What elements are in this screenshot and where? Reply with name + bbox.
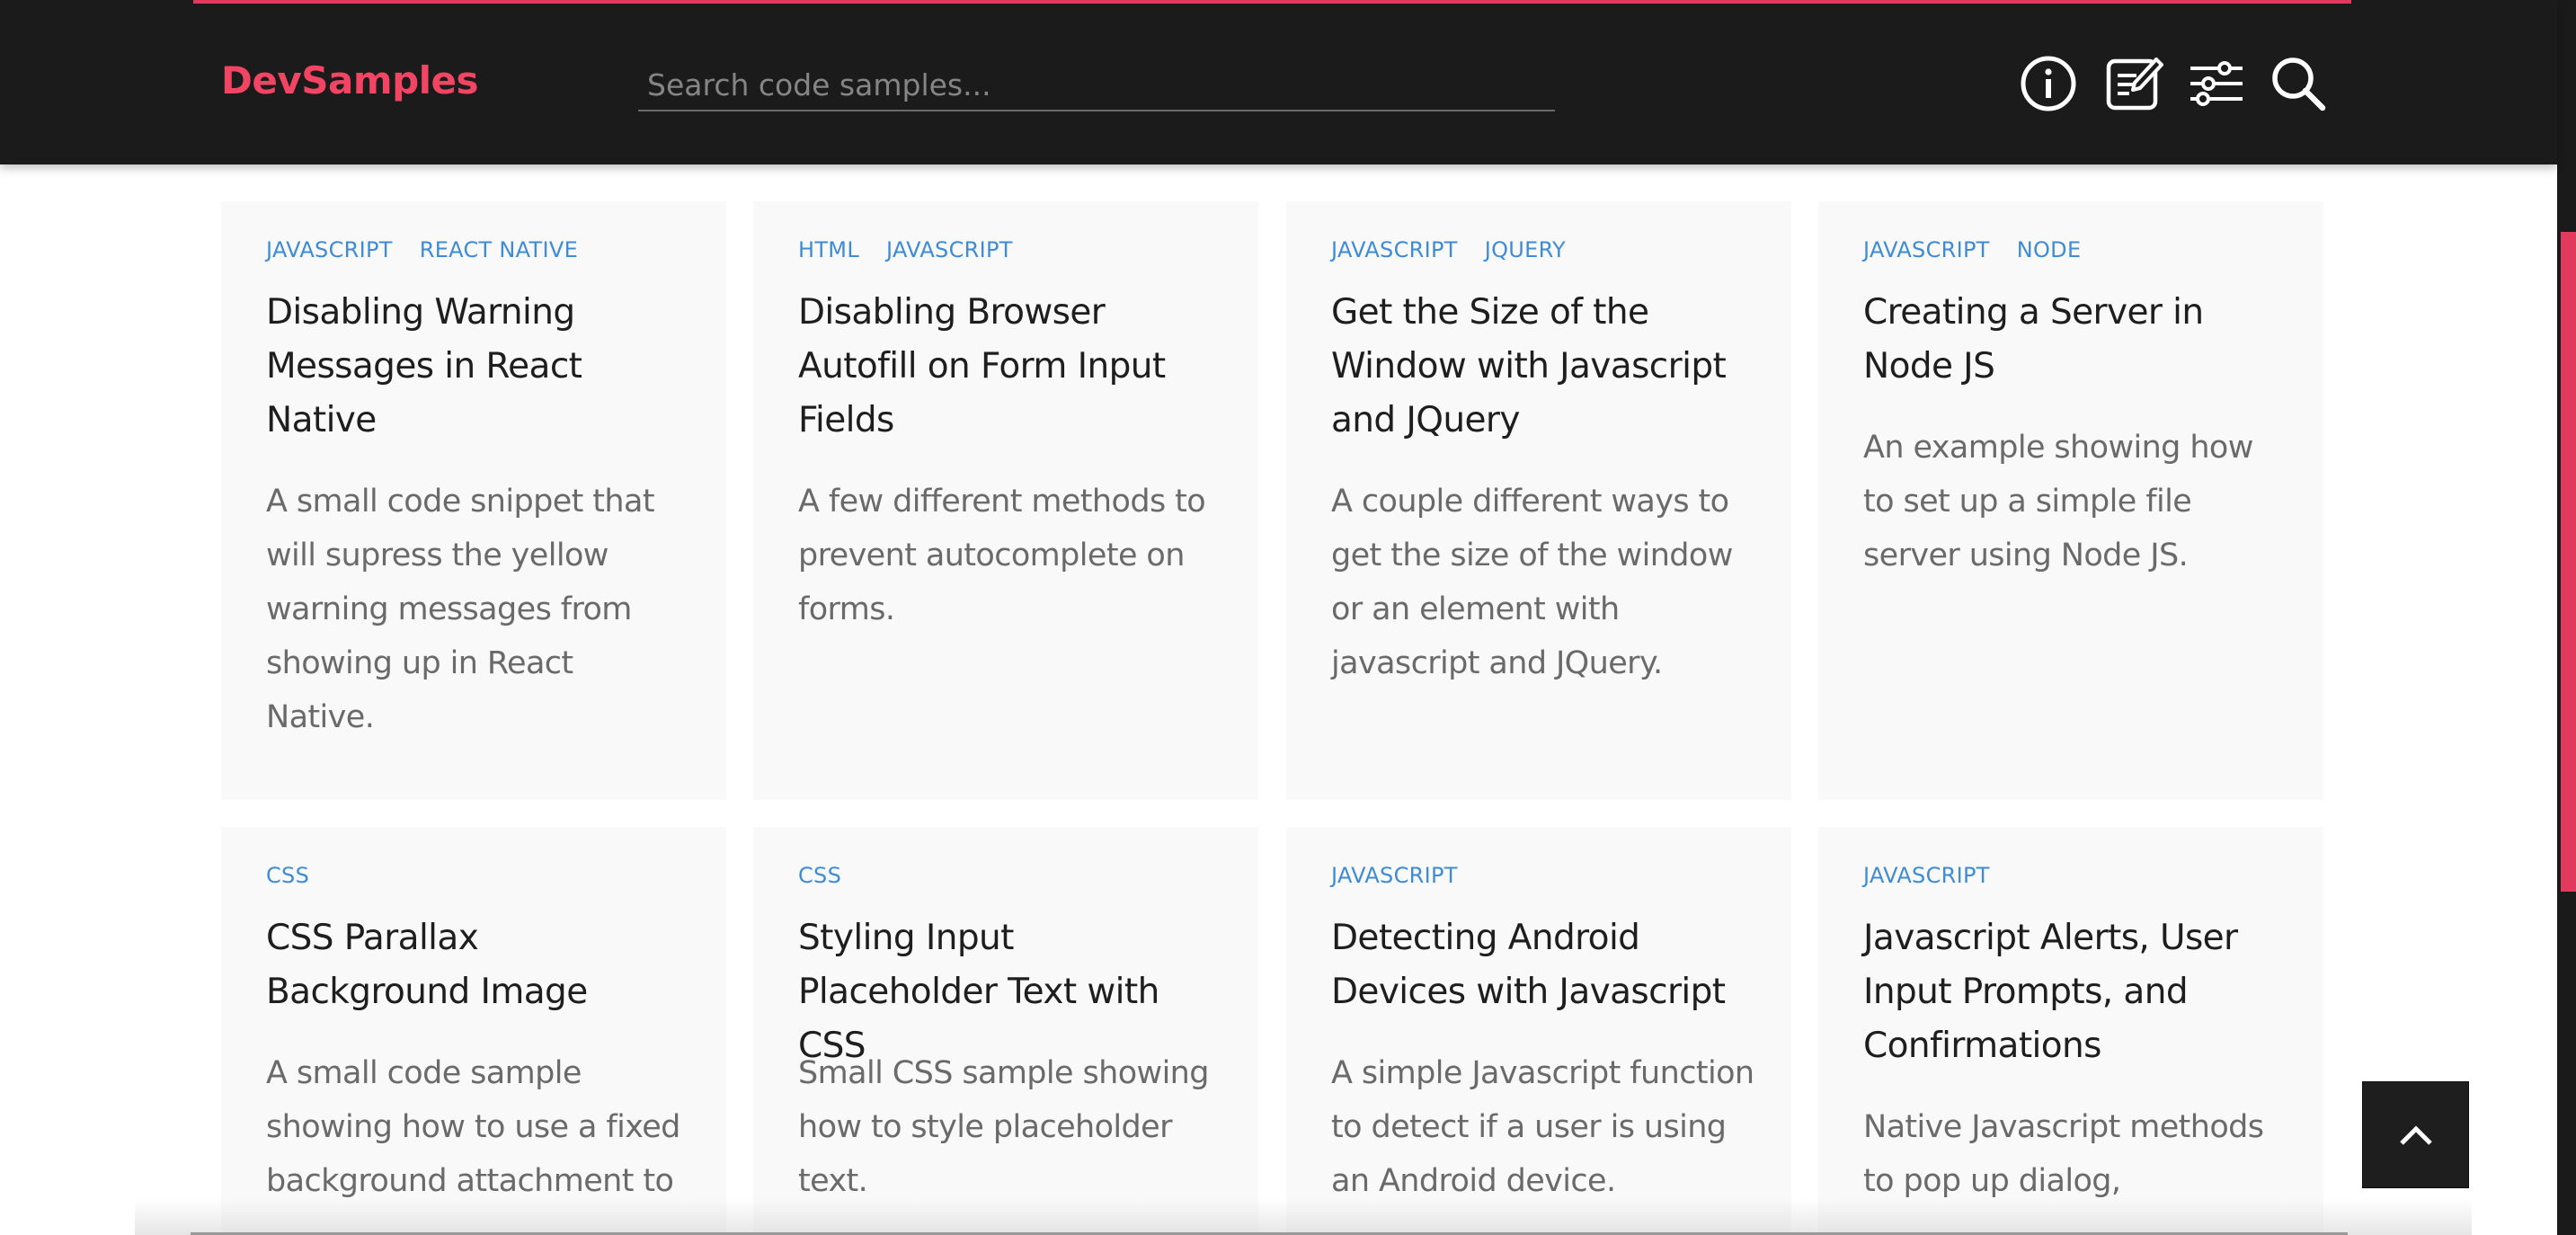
- accent-stripe: [193, 0, 2351, 4]
- tag-link[interactable]: CSS: [266, 857, 309, 893]
- sample-card[interactable]: JAVASCRIPT JQUERY Get the Size of the Wi…: [1286, 201, 1791, 800]
- card-tags: JAVASCRIPT JQUERY: [1331, 232, 1566, 268]
- card-description: A few different methods to prevent autoc…: [798, 484, 1206, 627]
- card-title[interactable]: Disabling Warning Messages in React Nati…: [266, 286, 690, 448]
- card-title[interactable]: Disabling Browser Autofill on Form Input…: [798, 286, 1222, 448]
- sample-card[interactable]: CSS CSS Parallax Background Image A smal…: [221, 827, 726, 1235]
- tag-link[interactable]: NODE: [2017, 232, 2082, 268]
- tag-link[interactable]: JAVASCRIPT: [1863, 232, 1990, 268]
- search-button[interactable]: [2267, 52, 2330, 115]
- filter-sliders-icon: [2190, 61, 2243, 106]
- sample-card[interactable]: JAVASCRIPT REACT NATIVE Disabling Warnin…: [221, 201, 726, 800]
- sample-card[interactable]: HTML JAVASCRIPT Disabling Browser Autofi…: [753, 201, 1258, 800]
- tag-link[interactable]: CSS: [798, 857, 841, 893]
- card-title[interactable]: Javascript Alerts, User Input Prompts, a…: [1863, 911, 2287, 1073]
- notes-icon: [2106, 58, 2163, 111]
- top-app-bar: DevSamples: [0, 0, 2557, 164]
- card-title[interactable]: Creating a Server in Node JS: [1863, 286, 2287, 394]
- card-description: A simple Javascript function to detect i…: [1331, 1055, 1754, 1199]
- card-description: Native Javascript methods to pop up dial…: [1863, 1109, 2264, 1199]
- filter-button[interactable]: [2185, 52, 2248, 115]
- card-description: A small code snippet that will supress t…: [266, 484, 655, 735]
- card-tags: HTML JAVASCRIPT: [798, 232, 1013, 268]
- tag-link[interactable]: JAVASCRIPT: [1331, 857, 1458, 893]
- card-tags: JAVASCRIPT: [1863, 857, 1990, 893]
- card-tags: CSS: [266, 857, 309, 893]
- card-tags: CSS: [798, 857, 841, 893]
- tag-link[interactable]: REACT NATIVE: [420, 232, 578, 268]
- brand-logo[interactable]: DevSamples: [221, 54, 479, 108]
- tag-link[interactable]: JAVASCRIPT: [1331, 232, 1458, 268]
- tag-link[interactable]: JQUERY: [1485, 232, 1566, 268]
- search-icon: [2272, 58, 2326, 111]
- sample-card[interactable]: CSS Styling Input Placeholder Text with …: [753, 827, 1258, 1235]
- tag-link[interactable]: JAVASCRIPT: [886, 232, 1013, 268]
- card-description: A small code sample showing how to use a…: [266, 1055, 680, 1199]
- card-tags: JAVASCRIPT REACT NATIVE: [266, 232, 578, 268]
- sample-card[interactable]: JAVASCRIPT NODE Creating a Server in Nod…: [1818, 201, 2323, 800]
- sample-card[interactable]: JAVASCRIPT Detecting Android Devices wit…: [1286, 827, 1791, 1235]
- notes-button[interactable]: [2102, 52, 2165, 115]
- bottom-shadow: [135, 1199, 2472, 1235]
- card-description: Small CSS sample showing how to style pl…: [798, 1055, 1209, 1199]
- tag-link[interactable]: JAVASCRIPT: [266, 232, 393, 268]
- page: JAVASCRIPT REACT NATIVE Disabling Warnin…: [0, 0, 2576, 1235]
- card-description: An example showing how to set up a simpl…: [1863, 430, 2253, 573]
- card-tags: JAVASCRIPT: [1331, 857, 1458, 893]
- sample-card[interactable]: JAVASCRIPT Javascript Alerts, User Input…: [1818, 827, 2323, 1235]
- tag-link[interactable]: HTML: [798, 232, 859, 268]
- card-title[interactable]: Detecting Android Devices with Javascrip…: [1331, 911, 1755, 1019]
- card-description: A couple different ways to get the size …: [1331, 484, 1733, 681]
- info-icon: [2021, 56, 2076, 111]
- card-tags: JAVASCRIPT NODE: [1863, 232, 2081, 268]
- card-title[interactable]: CSS Parallax Background Image: [266, 911, 690, 1019]
- card-title[interactable]: Get the Size of the Window with Javascri…: [1331, 286, 1755, 448]
- info-button[interactable]: [2017, 52, 2080, 115]
- chevron-up-icon: [2400, 1125, 2432, 1145]
- search-input[interactable]: [638, 59, 1555, 111]
- back-to-top-button[interactable]: [2362, 1081, 2469, 1188]
- tag-link[interactable]: JAVASCRIPT: [1863, 857, 1990, 893]
- scrollbar-thumb[interactable]: [2561, 232, 2576, 892]
